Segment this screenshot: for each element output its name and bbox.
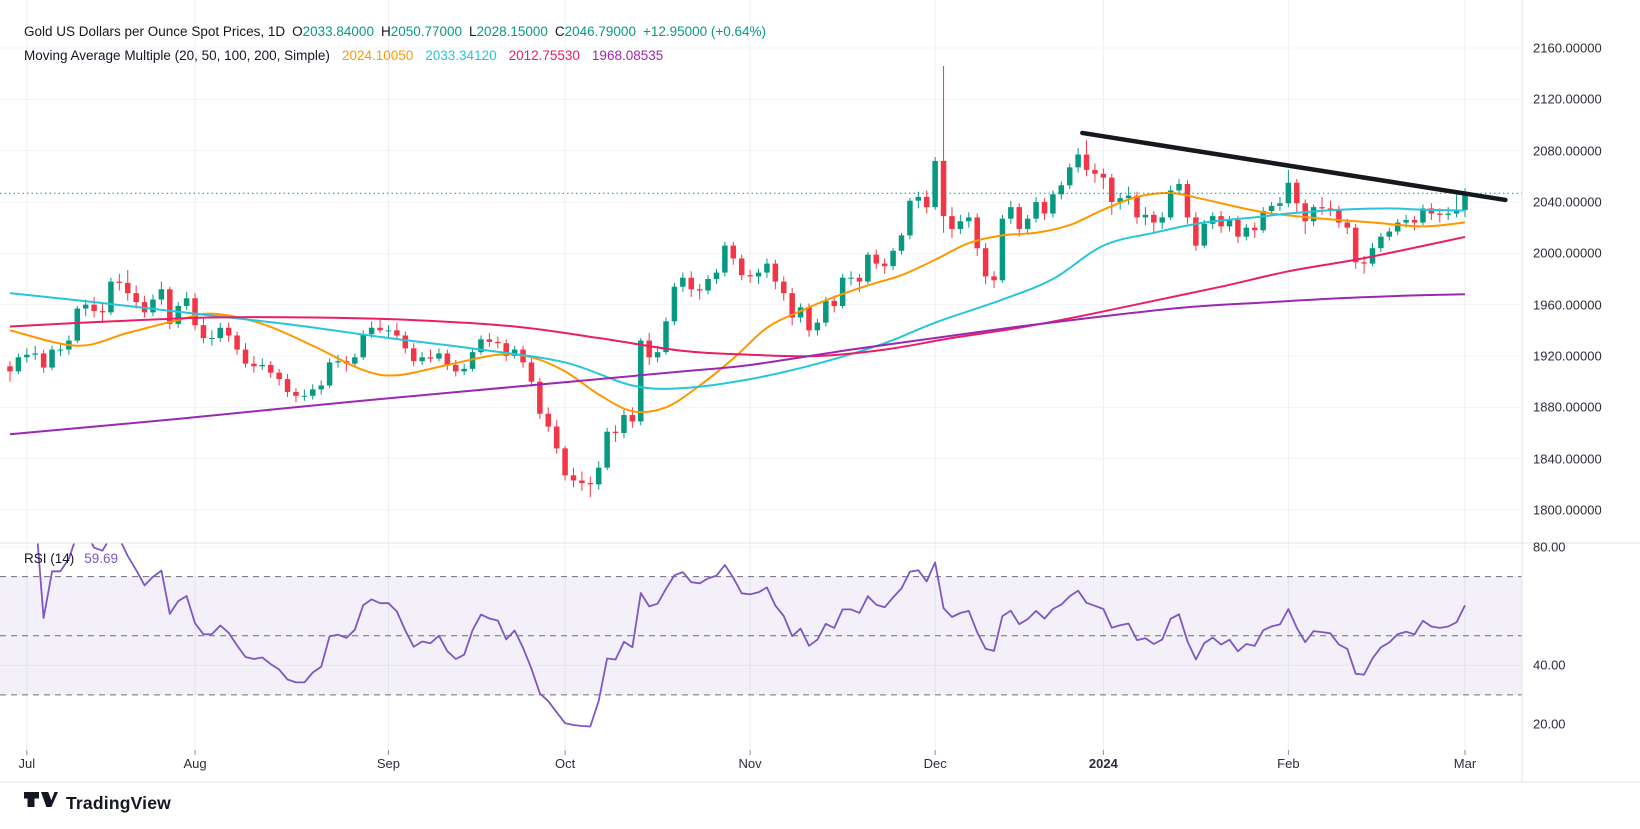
- rsi-axis-label: 40.00: [1533, 657, 1566, 673]
- price-axis-label: 2160.00000: [1533, 40, 1602, 56]
- rsi-axis-label: 80.00: [1533, 539, 1566, 555]
- price-axis-label: 2080.00000: [1533, 143, 1602, 159]
- ohlc-values: O2033.84000 H2050.77000 L2028.15000 C2046.7…: [285, 24, 636, 39]
- price-axis-label: 2000.00000: [1533, 245, 1602, 261]
- time-axis-label: Sep: [376, 756, 401, 771]
- tradingview-logo-icon: [24, 792, 58, 807]
- price-axis-label: 1920.00000: [1533, 348, 1602, 364]
- price-axis-label: 2040.00000: [1533, 194, 1602, 210]
- symbol-legend[interactable]: Gold US Dollars per Ounce Spot Prices, 1…: [24, 20, 766, 68]
- ohlc-value: 2033.84000: [302, 24, 374, 39]
- symbol-title: Gold US Dollars per Ounce Spot Prices, 1…: [24, 24, 286, 39]
- ma-values: 2024.10050 2033.34120 2012.75530 1968.08535: [330, 48, 663, 63]
- ohlc-letter: L: [469, 24, 477, 39]
- rsi-indicator-title: RSI (14): [24, 551, 75, 566]
- tradingview-logo-text: TradingView: [66, 792, 171, 813]
- price-axis[interactable]: 2160.00000 2120.00000 2080.00000 2040.00000…: [1522, 0, 1640, 782]
- price-axis-label: 1960.00000: [1533, 297, 1602, 313]
- time-axis-label: Nov: [738, 756, 762, 771]
- time-axis-label: Aug: [183, 756, 207, 771]
- ma-value: 2012.75530: [508, 48, 580, 63]
- rsi-current-value: 59.69: [84, 551, 119, 566]
- ohlc-value: 2028.15000: [476, 24, 548, 39]
- bottom-toolbar: TradingView: [0, 783, 1640, 829]
- time-axis-label: Feb: [1277, 756, 1300, 771]
- ma-value: 2033.34120: [425, 48, 497, 63]
- ma-indicator-title: Moving Average Multiple (20, 50, 100, 20…: [24, 48, 330, 63]
- price-change: +12.95000 (+0.64%): [642, 24, 767, 39]
- candlestick-series[interactable]: [7, 65, 1468, 498]
- ohlc-letter: O: [292, 24, 303, 39]
- ma-value: 1968.08535: [591, 48, 664, 63]
- trend-line-drawing[interactable]: [1080, 130, 1508, 203]
- symbol-legend-row: Gold US Dollars per Ounce Spot Prices, 1…: [24, 20, 766, 44]
- time-axis-label: 2024: [1088, 756, 1118, 771]
- ohlc-value: 2046.79000: [564, 24, 636, 39]
- time-axis-label: Dec: [923, 756, 947, 771]
- price-axis-label: 1880.00000: [1533, 399, 1602, 415]
- ohlc-value: 2050.77000: [390, 24, 463, 39]
- time-axis-label: Mar: [1453, 756, 1477, 771]
- chart-canvas[interactable]: [0, 0, 1640, 783]
- price-axis-label: 1800.00000: [1533, 502, 1602, 518]
- rsi-axis-label: 20.00: [1533, 716, 1566, 732]
- tradingview-chart-window: Gold US Dollars per Ounce Spot Prices, 1…: [0, 0, 1640, 829]
- tradingview-logo[interactable]: TradingView: [24, 792, 171, 814]
- price-axis-label: 1840.00000: [1533, 451, 1602, 467]
- ma-value: 2024.10050: [341, 48, 414, 63]
- time-axis[interactable]: Jul Aug Sep Oct Nov Dec 2024 Feb Mar: [0, 750, 1522, 782]
- price-axis-label: 2120.00000: [1533, 91, 1602, 107]
- time-axis-label: Oct: [554, 756, 576, 771]
- rsi-legend[interactable]: RSI (14) 59.69: [24, 551, 118, 566]
- ohlc-letter: C: [554, 24, 565, 39]
- time-axis-label: Jul: [18, 756, 36, 771]
- rsi-band: [0, 576, 1522, 696]
- indicator-legend-row: Moving Average Multiple (20, 50, 100, 20…: [24, 44, 766, 68]
- ohlc-letter: H: [380, 24, 391, 39]
